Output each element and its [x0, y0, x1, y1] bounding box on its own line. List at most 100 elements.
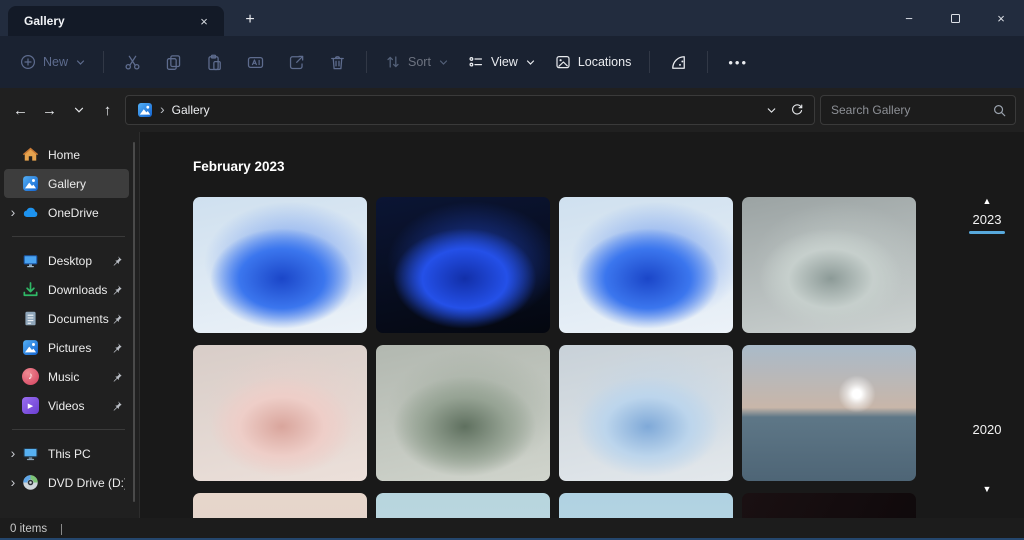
gallery-icon: [136, 102, 153, 119]
photo-thumbnail-bloom-powder-blue[interactable]: [559, 345, 733, 481]
refresh-button[interactable]: [784, 98, 810, 122]
paste-button[interactable]: [194, 45, 235, 79]
photo-grid: [193, 197, 916, 518]
forward-button[interactable]: →: [35, 96, 64, 124]
sort-icon: [385, 54, 401, 70]
chevron-down-icon: [76, 58, 85, 67]
navigation-pane: › Home › Gallery › OneDrive: [0, 132, 139, 518]
toolbar-divider: [707, 51, 708, 73]
maximize-button[interactable]: [932, 0, 978, 36]
trash-icon: [329, 54, 346, 71]
status-bar: 0 items: [0, 518, 1024, 540]
photo-thumbnail-bloom-gray[interactable]: [742, 197, 916, 333]
photo-thumbnail-bloom-blue-on-light-2[interactable]: [559, 197, 733, 333]
sidebar-item-music[interactable]: › ♪ Music: [4, 362, 129, 391]
sidebar-item-downloads[interactable]: › Downloads: [4, 275, 129, 304]
view-list-icon: [468, 54, 484, 70]
toolbar-divider: [366, 51, 367, 73]
pictures-icon: [22, 339, 39, 356]
close-button[interactable]: ×: [978, 0, 1024, 36]
address-breadcrumb[interactable]: › Gallery: [125, 95, 815, 125]
breadcrumb-chevron: ›: [160, 101, 165, 117]
minimize-button[interactable]: −: [886, 0, 932, 36]
photo-thumbnail-bloom-blue-on-light[interactable]: [193, 197, 367, 333]
expand-chevron-icon[interactable]: ›: [4, 475, 22, 491]
sidebar-scrollbar[interactable]: [133, 142, 135, 502]
toolbar-divider: [649, 51, 650, 73]
pin-icon: [111, 255, 125, 267]
photo-thumbnail-sky-blue-glow[interactable]: [559, 493, 733, 518]
cut-button[interactable]: [112, 45, 153, 79]
timeline-scrubber: ▲ 2023 2020 ▼: [964, 132, 1010, 518]
locations-button[interactable]: Locations: [545, 45, 642, 79]
gallery-icon: [22, 175, 39, 192]
file-explorer-window: Gallery × + − × New: [0, 0, 1024, 540]
onedrive-icon: [22, 204, 39, 221]
copy-icon: [165, 54, 182, 71]
gallery-content-pane: February 2023 ▲ 2023 2020 ▼: [139, 132, 1024, 518]
documents-icon: [22, 310, 39, 327]
rename-button[interactable]: [235, 45, 276, 79]
photo-thumbnail-bloom-sage-green[interactable]: [376, 345, 550, 481]
pin-icon: [111, 371, 125, 383]
delete-button[interactable]: [317, 45, 358, 79]
home-icon: [22, 146, 39, 163]
tab-gallery[interactable]: Gallery ×: [8, 6, 224, 36]
sidebar-item-desktop[interactable]: › Desktop: [4, 246, 129, 275]
timeline-up-icon[interactable]: ▲: [964, 196, 1010, 206]
rename-icon: [247, 54, 264, 71]
locations-button-label: Locations: [578, 55, 632, 69]
dvd-drive-icon: [22, 474, 39, 491]
back-button[interactable]: ←: [6, 96, 35, 124]
pin-icon: [111, 313, 125, 325]
sidebar-item-videos[interactable]: › ▶ Videos: [4, 391, 129, 420]
picture-frame-icon: [555, 54, 571, 70]
date-group-header: February 2023: [193, 159, 285, 174]
address-dropdown-button[interactable]: [758, 98, 784, 122]
photo-thumbnail-desert-lake-sunrise[interactable]: [742, 345, 916, 481]
title-bar: Gallery × + − ×: [0, 0, 1024, 36]
toolbar-divider: [103, 51, 104, 73]
paste-icon: [206, 54, 223, 71]
tab-close-icon[interactable]: ×: [192, 11, 216, 31]
sidebar-item-pictures[interactable]: › Pictures: [4, 333, 129, 362]
photo-thumbnail-sky-peach[interactable]: [193, 493, 367, 518]
share-button[interactable]: [276, 45, 317, 79]
sidebar-item-dvd-drive[interactable]: › DVD Drive (D:) C: [4, 468, 129, 497]
tab-title: Gallery: [24, 14, 192, 28]
view-button[interactable]: View: [458, 45, 545, 79]
up-button[interactable]: ↑: [93, 96, 122, 124]
sidebar-item-onedrive[interactable]: › OneDrive: [4, 198, 129, 227]
search-icon[interactable]: [992, 103, 1007, 118]
search-box: [820, 95, 1016, 125]
new-button-label: New: [43, 55, 68, 69]
search-input[interactable]: [821, 96, 1015, 124]
plus-circle-icon: [20, 54, 36, 70]
sidebar-item-documents[interactable]: › Documents: [4, 304, 129, 333]
timeline-year-2023[interactable]: 2023: [964, 212, 1010, 234]
timeline-active-indicator: [969, 231, 1005, 234]
sidebar-item-gallery[interactable]: › Gallery: [4, 169, 129, 198]
sort-button[interactable]: Sort: [375, 45, 458, 79]
photo-thumbnail-dark-abstract-orange[interactable]: [742, 493, 916, 518]
expand-chevron-icon[interactable]: ›: [4, 205, 22, 221]
view-button-label: View: [491, 55, 518, 69]
copy-button[interactable]: [153, 45, 194, 79]
timeline-down-icon[interactable]: ▼: [964, 484, 1010, 494]
more-options-button[interactable]: •••: [716, 45, 760, 79]
fan-shell-icon: [670, 54, 687, 71]
breadcrumb-gallery[interactable]: Gallery: [172, 103, 210, 117]
fan-shell-button[interactable]: [658, 45, 699, 79]
photo-thumbnail-sky-pale-blue[interactable]: [376, 493, 550, 518]
photo-thumbnail-bloom-blue-on-dark[interactable]: [376, 197, 550, 333]
expand-chevron-icon[interactable]: ›: [4, 446, 22, 462]
recent-locations-button[interactable]: [64, 96, 93, 124]
window-controls: − ×: [886, 0, 1024, 36]
sidebar-item-this-pc[interactable]: › This PC: [4, 439, 129, 468]
new-tab-button[interactable]: +: [237, 8, 263, 31]
cut-icon: [124, 54, 141, 71]
photo-thumbnail-bloom-pink[interactable]: [193, 345, 367, 481]
sidebar-item-home[interactable]: › Home: [4, 140, 129, 169]
new-button[interactable]: New: [10, 45, 95, 79]
timeline-year-2020[interactable]: 2020: [964, 422, 1010, 437]
